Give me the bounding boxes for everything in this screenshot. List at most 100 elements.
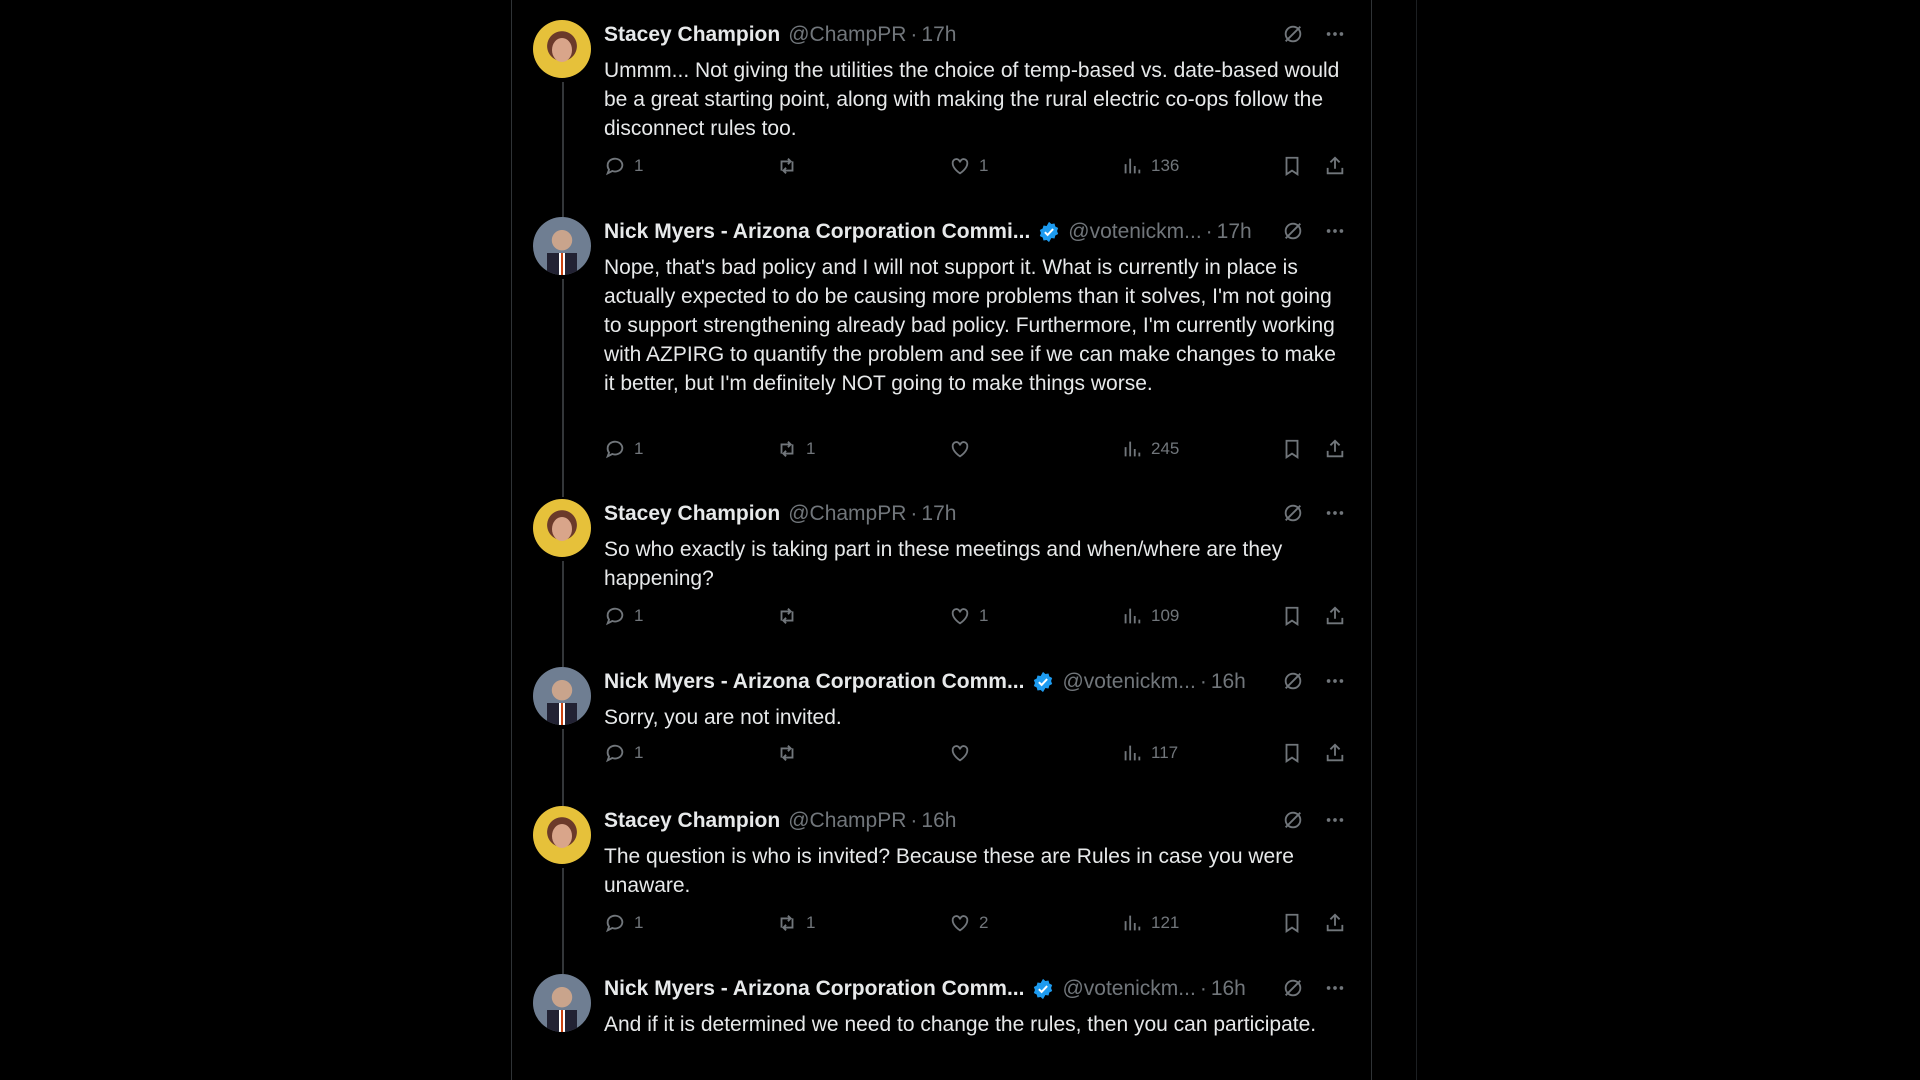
grok-icon[interactable] — [1281, 22, 1305, 46]
header-actions — [1281, 669, 1347, 693]
views-count: 245 — [1151, 439, 1180, 458]
avatar[interactable] — [533, 974, 591, 1032]
share-button[interactable] — [1324, 438, 1346, 460]
timestamp[interactable]: 17h — [921, 23, 956, 47]
retweet-button[interactable] — [776, 155, 806, 177]
author-handle[interactable]: @votenickm... — [1068, 220, 1201, 244]
avatar[interactable] — [533, 806, 591, 864]
more-icon[interactable] — [1323, 501, 1347, 525]
share-button[interactable] — [1324, 155, 1346, 177]
author-handle[interactable]: @ChampPR — [788, 23, 906, 47]
views-icon — [1124, 745, 1141, 761]
like-count: 1 — [979, 156, 989, 175]
action-bar: 1 1 245 — [604, 435, 1344, 465]
timestamp[interactable]: 16h — [1211, 977, 1246, 1001]
like-button[interactable] — [949, 438, 979, 460]
separator: · — [910, 23, 918, 46]
avatar[interactable] — [533, 499, 591, 557]
like-button[interactable]: 2 — [949, 912, 988, 934]
thread-connector — [562, 729, 564, 807]
header-actions — [1281, 501, 1347, 525]
more-icon[interactable] — [1323, 22, 1347, 46]
heart-icon — [951, 745, 969, 762]
tweet-header: Nick Myers - Arizona Corporation Comm...… — [604, 974, 1246, 1004]
bookmark-button[interactable] — [1281, 605, 1303, 627]
views-count: 109 — [1151, 606, 1180, 625]
author-handle[interactable]: @ChampPR — [788, 502, 906, 526]
sidebar-divider — [1416, 0, 1417, 1080]
action-bar: 1 1 2 121 — [604, 909, 1344, 939]
author-handle[interactable]: @votenickm... — [1062, 977, 1195, 1001]
more-icon[interactable] — [1323, 808, 1347, 832]
views-button[interactable]: 245 — [1121, 438, 1179, 460]
like-button[interactable]: 1 — [949, 605, 988, 627]
share-button[interactable] — [1324, 912, 1346, 934]
grok-icon[interactable] — [1281, 669, 1305, 693]
retweet-button[interactable]: 1 — [776, 438, 815, 460]
more-icon[interactable] — [1323, 669, 1347, 693]
reply-thread: Stacey Champion @ChampPR · 17h Ummm... N… — [512, 0, 1371, 1080]
like-count: 2 — [979, 913, 989, 932]
views-button[interactable]: 136 — [1121, 155, 1179, 177]
reply-icon — [605, 914, 624, 933]
author-handle[interactable]: @votenickm... — [1062, 670, 1195, 694]
separator: · — [1199, 977, 1207, 1000]
heart-icon — [951, 608, 969, 625]
retweet-button[interactable]: 1 — [776, 912, 815, 934]
avatar[interactable] — [533, 20, 591, 78]
reply-button[interactable]: 1 — [604, 742, 643, 764]
author-name[interactable]: Stacey Champion — [604, 502, 780, 526]
retweet-count: 1 — [806, 913, 816, 932]
reply-count: 1 — [634, 439, 644, 458]
action-bar: 1 117 — [604, 739, 1344, 769]
author-name[interactable]: Nick Myers - Arizona Corporation Comm... — [604, 670, 1024, 694]
timestamp[interactable]: 16h — [921, 809, 956, 833]
views-button[interactable]: 117 — [1121, 742, 1178, 764]
timestamp[interactable]: 17h — [1217, 220, 1252, 244]
like-button[interactable]: 1 — [949, 155, 988, 177]
more-icon[interactable] — [1323, 219, 1347, 243]
column-divider-right — [1371, 0, 1372, 1080]
grok-icon[interactable] — [1281, 976, 1305, 1000]
share-icon — [1326, 606, 1344, 625]
views-icon — [1124, 608, 1141, 624]
author-name[interactable]: Nick Myers - Arizona Corporation Commi..… — [604, 220, 1030, 244]
avatar[interactable] — [533, 667, 591, 725]
bookmark-button[interactable] — [1281, 912, 1303, 934]
bookmark-button[interactable] — [1281, 438, 1303, 460]
thread-connector — [562, 82, 564, 222]
reply-icon — [605, 607, 624, 626]
author-name[interactable]: Stacey Champion — [604, 809, 780, 833]
reply-button[interactable]: 1 — [604, 605, 643, 627]
grok-icon[interactable] — [1281, 219, 1305, 243]
views-button[interactable]: 121 — [1121, 912, 1179, 934]
reply-button[interactable]: 1 — [604, 438, 643, 460]
page: Stacey Champion @ChampPR · 17h Ummm... N… — [0, 0, 1920, 1080]
timestamp[interactable]: 17h — [921, 502, 956, 526]
grok-icon[interactable] — [1281, 501, 1305, 525]
more-icon[interactable] — [1323, 976, 1347, 1000]
retweet-count: 1 — [806, 439, 816, 458]
like-button[interactable] — [949, 742, 979, 764]
share-button[interactable] — [1324, 742, 1346, 764]
bookmark-button[interactable] — [1281, 155, 1303, 177]
retweet-button[interactable] — [776, 605, 806, 627]
author-handle[interactable]: @ChampPR — [788, 809, 906, 833]
grok-icon[interactable] — [1281, 808, 1305, 832]
author-name[interactable]: Nick Myers - Arizona Corporation Comm... — [604, 977, 1024, 1001]
action-bar: 1 1 109 — [604, 602, 1344, 632]
reply-button[interactable]: 1 — [604, 912, 643, 934]
tweet-header: Stacey Champion @ChampPR · 17h — [604, 20, 956, 50]
thread-connector — [562, 279, 564, 497]
retweet-button[interactable] — [776, 742, 806, 764]
reply-button[interactable]: 1 — [604, 155, 643, 177]
author-name[interactable]: Stacey Champion — [604, 23, 780, 47]
bookmark-icon — [1285, 606, 1299, 626]
reply-icon — [605, 440, 624, 459]
avatar[interactable] — [533, 217, 591, 275]
share-button[interactable] — [1324, 605, 1346, 627]
bookmark-button[interactable] — [1281, 742, 1303, 764]
retweet-icon — [780, 915, 794, 931]
views-button[interactable]: 109 — [1121, 605, 1179, 627]
timestamp[interactable]: 16h — [1211, 670, 1246, 694]
